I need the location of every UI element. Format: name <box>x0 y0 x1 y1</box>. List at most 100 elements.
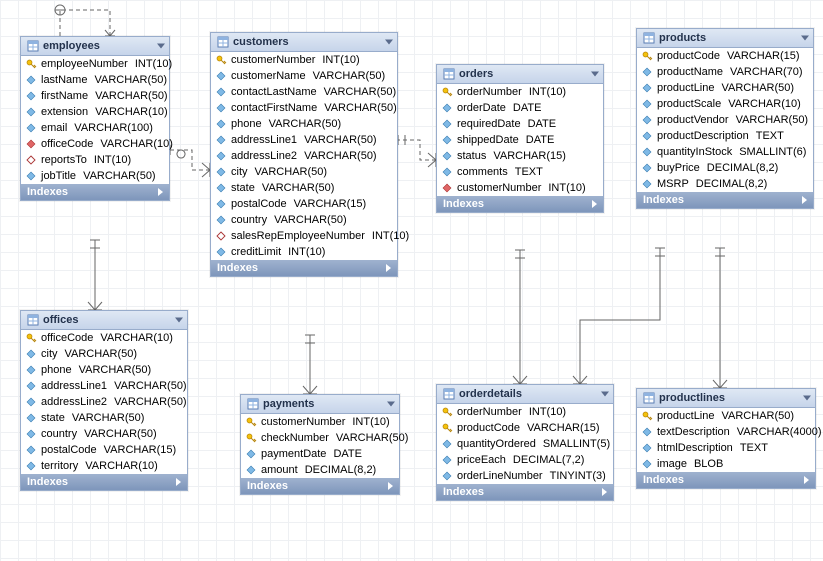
expand-icon[interactable] <box>176 478 181 486</box>
table-header[interactable]: payments <box>241 395 399 414</box>
indexes-section[interactable]: Indexes <box>211 260 397 276</box>
expand-icon[interactable] <box>386 264 391 272</box>
column-row[interactable]: productVendorVARCHAR(50) <box>637 112 813 128</box>
indexes-section[interactable]: Indexes <box>637 192 813 208</box>
table-orders[interactable]: ordersorderNumberINT(10)orderDateDATEreq… <box>436 64 604 213</box>
table-orderdetails[interactable]: orderdetailsorderNumberINT(10)productCod… <box>436 384 614 501</box>
table-products[interactable]: productsproductCodeVARCHAR(15)productNam… <box>636 28 814 209</box>
column-row[interactable]: imageBLOB <box>637 456 815 472</box>
indexes-label: Indexes <box>443 486 484 498</box>
column-row[interactable]: phoneVARCHAR(50) <box>21 362 187 378</box>
column-row[interactable]: buyPriceDECIMAL(8,2) <box>637 160 813 176</box>
column-row[interactable]: jobTitleVARCHAR(50) <box>21 168 169 184</box>
table-payments[interactable]: paymentscustomerNumberINT(10)checkNumber… <box>240 394 400 495</box>
collapse-icon[interactable] <box>591 72 599 77</box>
expand-icon[interactable] <box>388 482 393 490</box>
column-row[interactable]: firstNameVARCHAR(50) <box>21 88 169 104</box>
column-row[interactable]: orderLineNumberTINYINT(3) <box>437 468 613 484</box>
column-row[interactable]: emailVARCHAR(100) <box>21 120 169 136</box>
column-row[interactable]: extensionVARCHAR(10) <box>21 104 169 120</box>
column-row[interactable]: checkNumberVARCHAR(50) <box>241 430 399 446</box>
indexes-section[interactable]: Indexes <box>21 184 169 200</box>
column-row[interactable]: creditLimitINT(10) <box>211 244 397 260</box>
expand-icon[interactable] <box>158 188 163 196</box>
collapse-icon[interactable] <box>157 44 165 49</box>
column-row[interactable]: htmlDescriptionTEXT <box>637 440 815 456</box>
collapse-icon[interactable] <box>387 402 395 407</box>
column-row[interactable]: customerNumberINT(10) <box>241 414 399 430</box>
column-row[interactable]: productScaleVARCHAR(10) <box>637 96 813 112</box>
column-row[interactable]: paymentDateDATE <box>241 446 399 462</box>
column-row[interactable]: productNameVARCHAR(70) <box>637 64 813 80</box>
column-row[interactable]: contactFirstNameVARCHAR(50) <box>211 100 397 116</box>
column-row[interactable]: postalCodeVARCHAR(15) <box>21 442 187 458</box>
column-row[interactable]: quantityOrderedSMALLINT(5) <box>437 436 613 452</box>
column-row[interactable]: productLineVARCHAR(50) <box>637 80 813 96</box>
table-header[interactable]: products <box>637 29 813 48</box>
expand-icon[interactable] <box>592 200 597 208</box>
column-row[interactable]: phoneVARCHAR(50) <box>211 116 397 132</box>
column-row[interactable]: reportsToINT(10) <box>21 152 169 168</box>
column-row[interactable]: stateVARCHAR(50) <box>21 410 187 426</box>
table-header[interactable]: offices <box>21 311 187 330</box>
table-customers[interactable]: customerscustomerNumberINT(10)customerNa… <box>210 32 398 277</box>
column-row[interactable]: addressLine1VARCHAR(50) <box>21 378 187 394</box>
collapse-icon[interactable] <box>601 392 609 397</box>
column-row[interactable]: productCodeVARCHAR(15) <box>437 420 613 436</box>
column-row[interactable]: postalCodeVARCHAR(15) <box>211 196 397 212</box>
column-row[interactable]: addressLine1VARCHAR(50) <box>211 132 397 148</box>
expand-icon[interactable] <box>804 476 809 484</box>
indexes-section[interactable]: Indexes <box>241 478 399 494</box>
column-row[interactable]: quantityInStockSMALLINT(6) <box>637 144 813 160</box>
column-row[interactable]: stateVARCHAR(50) <box>211 180 397 196</box>
table-header[interactable]: productlines <box>637 389 815 408</box>
column-row[interactable]: orderDateDATE <box>437 100 603 116</box>
table-header[interactable]: orderdetails <box>437 385 613 404</box>
column-row[interactable]: addressLine2VARCHAR(50) <box>211 148 397 164</box>
table-employees[interactable]: employeesemployeeNumberINT(10)lastNameVA… <box>20 36 170 201</box>
column-row[interactable]: statusVARCHAR(15) <box>437 148 603 164</box>
table-productlines[interactable]: productlinesproductLineVARCHAR(50)textDe… <box>636 388 816 489</box>
column-row[interactable]: productDescriptionTEXT <box>637 128 813 144</box>
column-row[interactable]: countryVARCHAR(50) <box>21 426 187 442</box>
expand-icon[interactable] <box>602 488 607 496</box>
column-row[interactable]: productCodeVARCHAR(15) <box>637 48 813 64</box>
column-row[interactable]: officeCodeVARCHAR(10) <box>21 136 169 152</box>
column-row[interactable]: priceEachDECIMAL(7,2) <box>437 452 613 468</box>
column-row[interactable]: contactLastNameVARCHAR(50) <box>211 84 397 100</box>
column-row[interactable]: salesRepEmployeeNumberINT(10) <box>211 228 397 244</box>
collapse-icon[interactable] <box>175 318 183 323</box>
column-row[interactable]: productLineVARCHAR(50) <box>637 408 815 424</box>
table-header[interactable]: employees <box>21 37 169 56</box>
collapse-icon[interactable] <box>801 36 809 41</box>
column-row[interactable]: cityVARCHAR(50) <box>21 346 187 362</box>
column-row[interactable]: commentsTEXT <box>437 164 603 180</box>
indexes-section[interactable]: Indexes <box>21 474 187 490</box>
column-row[interactable]: textDescriptionVARCHAR(4000) <box>637 424 815 440</box>
column-row[interactable]: addressLine2VARCHAR(50) <box>21 394 187 410</box>
collapse-icon[interactable] <box>803 396 811 401</box>
indexes-section[interactable]: Indexes <box>637 472 815 488</box>
expand-icon[interactable] <box>802 196 807 204</box>
column-row[interactable]: officeCodeVARCHAR(10) <box>21 330 187 346</box>
column-row[interactable]: countryVARCHAR(50) <box>211 212 397 228</box>
table-header[interactable]: orders <box>437 65 603 84</box>
indexes-section[interactable]: Indexes <box>437 484 613 500</box>
column-row[interactable]: customerNameVARCHAR(50) <box>211 68 397 84</box>
column-row[interactable]: customerNumberINT(10) <box>211 52 397 68</box>
column-row[interactable]: orderNumberINT(10) <box>437 404 613 420</box>
column-row[interactable]: cityVARCHAR(50) <box>211 164 397 180</box>
column-row[interactable]: orderNumberINT(10) <box>437 84 603 100</box>
collapse-icon[interactable] <box>385 40 393 45</box>
column-row[interactable]: lastNameVARCHAR(50) <box>21 72 169 88</box>
column-row[interactable]: shippedDateDATE <box>437 132 603 148</box>
table-header[interactable]: customers <box>211 33 397 52</box>
column-row[interactable]: customerNumberINT(10) <box>437 180 603 196</box>
column-row[interactable]: territoryVARCHAR(10) <box>21 458 187 474</box>
column-row[interactable]: amountDECIMAL(8,2) <box>241 462 399 478</box>
table-offices[interactable]: officesofficeCodeVARCHAR(10)cityVARCHAR(… <box>20 310 188 491</box>
column-row[interactable]: employeeNumberINT(10) <box>21 56 169 72</box>
indexes-section[interactable]: Indexes <box>437 196 603 212</box>
column-row[interactable]: MSRPDECIMAL(8,2) <box>637 176 813 192</box>
column-row[interactable]: requiredDateDATE <box>437 116 603 132</box>
